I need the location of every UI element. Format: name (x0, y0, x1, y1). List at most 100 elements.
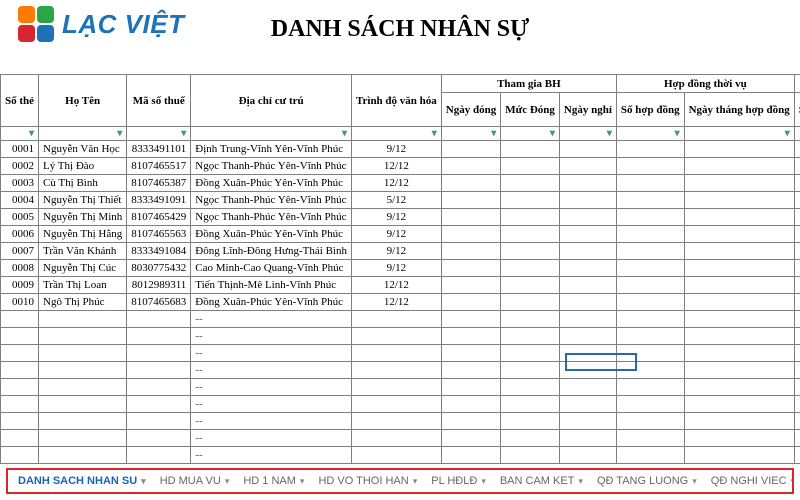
cell[interactable] (501, 260, 560, 277)
cell[interactable] (127, 362, 191, 379)
cell[interactable] (616, 175, 684, 192)
cell[interactable] (616, 277, 684, 294)
cell[interactable] (616, 447, 684, 464)
cell[interactable] (794, 158, 800, 175)
table-row[interactable]: -- (1, 345, 800, 362)
cell[interactable] (559, 413, 616, 430)
cell[interactable] (441, 430, 500, 447)
cell[interactable] (501, 209, 560, 226)
table-row[interactable]: 0009Trần Thị Loan8012989311Tiến Thịnh-Mê… (1, 277, 800, 294)
cell-tax-no[interactable]: 8107465387 (127, 175, 191, 192)
cell[interactable] (684, 362, 794, 379)
cell-tax-no[interactable]: 8030775432 (127, 260, 191, 277)
col-contract-no-p[interactable]: Số hợp đồng (794, 93, 800, 127)
filter-icon[interactable]: ▾ (1, 127, 39, 141)
cell[interactable] (616, 141, 684, 158)
table-row[interactable]: 0006Nguyễn Thị Hằng8107465563Đồng Xuân-P… (1, 226, 800, 243)
cell-full-name[interactable]: Nguyễn Thị Hằng (39, 226, 127, 243)
filter-icon[interactable]: ▾ (127, 127, 191, 141)
cell-tax-no[interactable]: 8107465563 (127, 226, 191, 243)
cell[interactable] (441, 192, 500, 209)
cell-edu[interactable]: 9/12 (351, 209, 441, 226)
cell[interactable] (684, 277, 794, 294)
cell[interactable] (684, 243, 794, 260)
cell[interactable] (794, 141, 800, 158)
cell[interactable] (39, 430, 127, 447)
col-full-name[interactable]: Họ Tên (39, 75, 127, 127)
cell-tax-no[interactable]: 8107465517 (127, 158, 191, 175)
cell[interactable] (684, 447, 794, 464)
cell-card-no[interactable]: 0006 (1, 226, 39, 243)
cell[interactable] (684, 464, 794, 465)
cell-card-no[interactable]: 0009 (1, 277, 39, 294)
table-row[interactable]: -- (1, 464, 800, 465)
filter-icon[interactable]: ▾ (616, 127, 684, 141)
cell[interactable] (441, 362, 500, 379)
cell[interactable]: -- (191, 430, 352, 447)
cell[interactable]: -- (191, 464, 352, 465)
cell[interactable]: -- (191, 311, 352, 328)
table-row[interactable]: -- (1, 311, 800, 328)
cell[interactable] (616, 311, 684, 328)
col-contract-date-s[interactable]: Ngày tháng hợp đồng (684, 93, 794, 127)
cell[interactable] (441, 447, 500, 464)
sheet-tab[interactable]: BAN CAM KET ▾ (500, 475, 583, 487)
col-ins-amount[interactable]: Mức Đóng (501, 93, 560, 127)
col-ins-pay-day[interactable]: Ngày đóng (441, 93, 500, 127)
cell[interactable] (1, 379, 39, 396)
table-row[interactable]: -- (1, 413, 800, 430)
cell[interactable] (127, 430, 191, 447)
cell[interactable] (39, 396, 127, 413)
cell[interactable] (684, 430, 794, 447)
cell[interactable] (39, 379, 127, 396)
cell[interactable] (616, 226, 684, 243)
cell-card-no[interactable]: 0008 (1, 260, 39, 277)
cell[interactable] (501, 192, 560, 209)
cell[interactable] (684, 413, 794, 430)
cell[interactable] (39, 362, 127, 379)
cell[interactable] (559, 464, 616, 465)
cell[interactable] (794, 328, 800, 345)
cell[interactable] (351, 413, 441, 430)
cell[interactable] (501, 345, 560, 362)
cell-full-name[interactable]: Trần Thị Loan (39, 277, 127, 294)
cell[interactable] (559, 175, 616, 192)
cell[interactable] (441, 158, 500, 175)
cell[interactable] (559, 243, 616, 260)
cell[interactable] (684, 141, 794, 158)
cell[interactable] (441, 345, 500, 362)
cell[interactable] (501, 277, 560, 294)
cell[interactable] (441, 294, 500, 311)
cell[interactable] (501, 430, 560, 447)
cell[interactable] (501, 362, 560, 379)
cell[interactable] (351, 430, 441, 447)
cell[interactable] (616, 430, 684, 447)
cell[interactable] (559, 294, 616, 311)
cell[interactable] (684, 226, 794, 243)
cell[interactable] (559, 396, 616, 413)
cell-full-name[interactable]: Ngô Thị Phúc (39, 294, 127, 311)
cell[interactable] (1, 447, 39, 464)
cell[interactable] (1, 362, 39, 379)
cell[interactable] (501, 328, 560, 345)
cell[interactable] (501, 379, 560, 396)
cell[interactable] (39, 464, 127, 465)
cell[interactable] (559, 141, 616, 158)
cell[interactable] (616, 464, 684, 465)
cell[interactable] (684, 294, 794, 311)
cell[interactable] (684, 192, 794, 209)
cell[interactable] (441, 413, 500, 430)
filter-icon[interactable]: ▾ (794, 127, 800, 141)
cell[interactable] (794, 226, 800, 243)
table-row[interactable]: -- (1, 362, 800, 379)
sheet-tab[interactable]: PL HĐLĐ ▾ (431, 475, 486, 487)
cell[interactable] (616, 294, 684, 311)
cell[interactable] (351, 464, 441, 465)
cell[interactable] (501, 464, 560, 465)
cell[interactable] (441, 260, 500, 277)
col-address[interactable]: Địa chỉ cư trú (191, 75, 352, 127)
cell[interactable] (441, 175, 500, 192)
cell-address[interactable]: Ngọc Thanh-Phúc Yên-Vĩnh Phúc (191, 209, 352, 226)
cell[interactable] (441, 328, 500, 345)
cell-address[interactable]: Ngọc Thanh-Phúc Yên-Vĩnh Phúc (191, 192, 352, 209)
